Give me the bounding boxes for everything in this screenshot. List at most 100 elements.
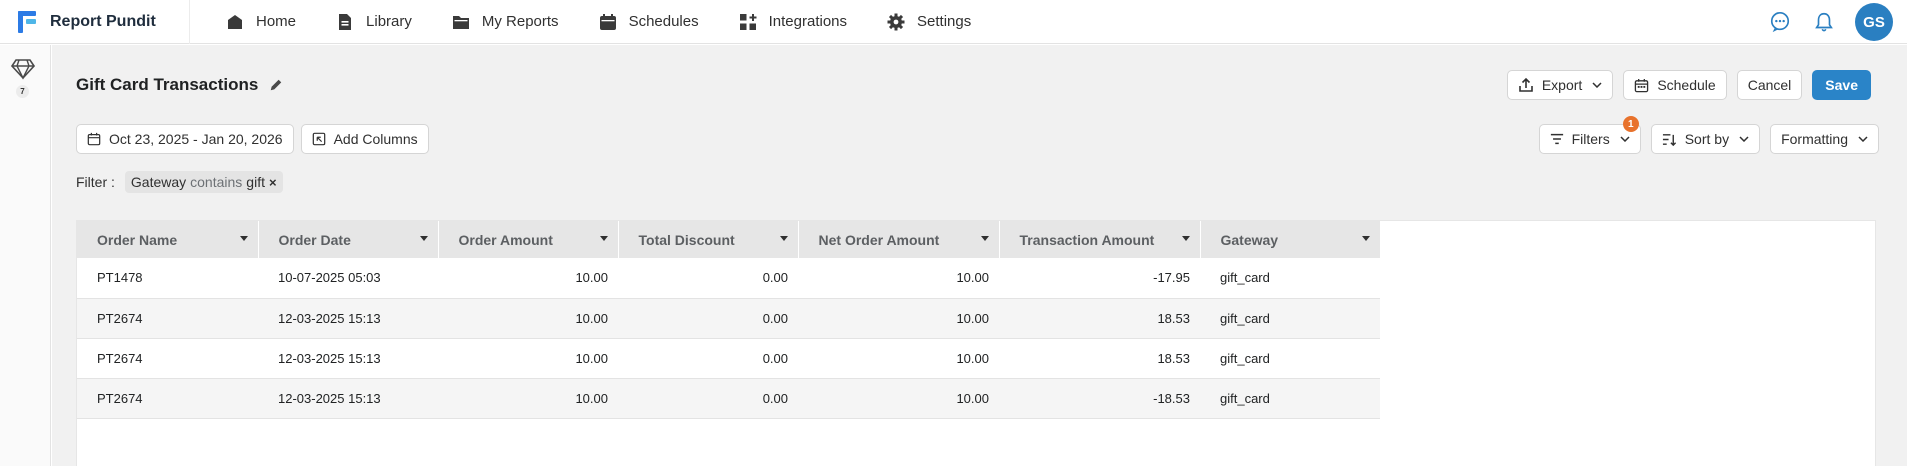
schedule-label: Schedule bbox=[1657, 77, 1716, 93]
report-toolbar: Oct 23, 2025 - Jan 20, 2026 Add Columns bbox=[76, 124, 436, 154]
calendar-icon bbox=[599, 13, 617, 31]
close-icon[interactable]: × bbox=[269, 175, 277, 190]
nav-label: My Reports bbox=[481, 13, 559, 30]
table-row[interactable]: PT2674 12-03-2025 15:13 10.00 0.00 10.00… bbox=[77, 378, 1380, 419]
page-title: Gift Card Transactions bbox=[76, 75, 259, 94]
sort-caret-icon[interactable] bbox=[980, 236, 989, 241]
filter-operator: contains bbox=[190, 174, 243, 190]
cell-total-discount: 0.00 bbox=[618, 298, 798, 339]
filters-label: Filters bbox=[1571, 131, 1610, 147]
active-filters: Filter : Gateway contains gift × bbox=[76, 171, 283, 193]
cell-gateway: gift_card bbox=[1200, 298, 1380, 339]
report-table: Order Name Order Date Order Amount Total… bbox=[77, 221, 1381, 419]
table-row[interactable]: PT1478 10-07-2025 05:03 10.00 0.00 10.00… bbox=[77, 258, 1380, 299]
filter-label: Filter : bbox=[76, 174, 115, 190]
sort-caret-icon[interactable] bbox=[239, 236, 248, 241]
cancel-button[interactable]: Cancel bbox=[1736, 70, 1803, 100]
date-range-button[interactable]: Oct 23, 2025 - Jan 20, 2026 bbox=[76, 124, 294, 154]
folder-icon bbox=[452, 13, 470, 31]
gear-icon bbox=[887, 13, 905, 31]
export-button[interactable]: Export bbox=[1506, 70, 1614, 100]
nav-item-home[interactable]: Home bbox=[206, 0, 316, 44]
main-nav: Home Library My Reports Schedules Integr… bbox=[190, 0, 991, 44]
cell-order-date: 12-03-2025 15:13 bbox=[258, 338, 438, 379]
column-header-gateway[interactable]: Gateway bbox=[1200, 221, 1381, 258]
cell-net-order-amount: 10.00 bbox=[798, 378, 999, 419]
column-header-net-order-amount[interactable]: Net Order Amount bbox=[798, 221, 1000, 258]
formatting-button[interactable]: Formatting bbox=[1770, 124, 1879, 154]
sort-by-button[interactable]: Sort by bbox=[1650, 124, 1761, 154]
filter-chip[interactable]: Gateway contains gift × bbox=[124, 171, 283, 193]
cell-transaction-amount: 18.53 bbox=[999, 338, 1200, 379]
cell-order-name: PT2674 bbox=[77, 298, 258, 339]
chevron-down-icon bbox=[1858, 136, 1868, 142]
cell-gateway: gift_card bbox=[1200, 258, 1380, 299]
save-button[interactable]: Save bbox=[1812, 70, 1871, 100]
column-header-order-name[interactable]: Order Name bbox=[77, 221, 259, 258]
document-icon bbox=[336, 13, 354, 31]
nav-item-my-reports[interactable]: My Reports bbox=[432, 0, 579, 44]
cell-transaction-amount: -18.53 bbox=[999, 378, 1200, 419]
nav-label: Schedules bbox=[628, 13, 699, 30]
cell-gateway: gift_card bbox=[1200, 378, 1380, 419]
bell-icon[interactable] bbox=[1811, 9, 1837, 35]
filter-field: Gateway bbox=[130, 174, 187, 190]
diamond-icon[interactable] bbox=[10, 56, 36, 80]
cell-order-date: 10-07-2025 05:03 bbox=[258, 258, 438, 299]
main-content: Gift Card Transactions Export Schedule C… bbox=[52, 45, 1907, 466]
schedule-button[interactable]: Schedule bbox=[1623, 70, 1727, 100]
add-columns-label: Add Columns bbox=[333, 131, 418, 147]
column-header-total-discount[interactable]: Total Discount bbox=[618, 221, 799, 258]
sort-icon bbox=[1662, 132, 1677, 147]
calendar-icon bbox=[1634, 78, 1649, 93]
cell-total-discount: 0.00 bbox=[618, 378, 798, 419]
sort-by-label: Sort by bbox=[1684, 131, 1730, 147]
app-name: Report Pundit bbox=[50, 12, 156, 30]
chevron-down-icon bbox=[1592, 82, 1602, 88]
column-header-transaction-amount[interactable]: Transaction Amount bbox=[999, 221, 1201, 258]
cell-net-order-amount: 10.00 bbox=[798, 298, 999, 339]
report-table-panel: Order Name Order Date Order Amount Total… bbox=[76, 220, 1876, 466]
chat-icon[interactable] bbox=[1767, 9, 1793, 35]
cell-order-name: PT2674 bbox=[77, 338, 258, 379]
column-header-order-amount[interactable]: Order Amount bbox=[438, 221, 619, 258]
view-tools: Filters 1 Sort by Formatting bbox=[1529, 116, 1879, 154]
sort-caret-icon[interactable] bbox=[1181, 236, 1190, 241]
table-row[interactable]: PT2674 12-03-2025 15:13 10.00 0.00 10.00… bbox=[77, 338, 1380, 379]
filter-value: gift bbox=[246, 174, 265, 190]
avatar[interactable]: GS bbox=[1855, 3, 1893, 41]
cell-transaction-amount: -17.95 bbox=[999, 258, 1200, 299]
nav-label: Library bbox=[366, 13, 412, 30]
cell-order-amount: 10.00 bbox=[438, 378, 618, 419]
cell-order-date: 12-03-2025 15:13 bbox=[258, 378, 438, 419]
top-right-tools: GS bbox=[1767, 0, 1907, 44]
add-columns-button[interactable]: Add Columns bbox=[300, 124, 429, 154]
chevron-down-icon bbox=[1620, 136, 1630, 142]
cell-net-order-amount: 10.00 bbox=[798, 258, 999, 299]
table-row[interactable]: PT2674 12-03-2025 15:13 10.00 0.00 10.00… bbox=[77, 298, 1380, 339]
brand[interactable]: Report Pundit bbox=[0, 0, 190, 44]
top-navigation-bar: Report Pundit Home Library My Reports Sc… bbox=[0, 0, 1907, 44]
title-row: Gift Card Transactions bbox=[76, 75, 284, 95]
filters-count-badge: 1 bbox=[1622, 116, 1639, 132]
integrations-icon bbox=[739, 13, 757, 31]
nav-item-settings[interactable]: Settings bbox=[867, 0, 991, 44]
sort-caret-icon[interactable] bbox=[779, 236, 788, 241]
calendar-icon bbox=[87, 132, 101, 146]
nav-label: Integrations bbox=[768, 13, 848, 30]
cell-total-discount: 0.00 bbox=[618, 338, 798, 379]
sort-caret-icon[interactable] bbox=[419, 236, 428, 241]
pencil-icon[interactable] bbox=[268, 77, 284, 93]
report-pundit-logo bbox=[18, 10, 36, 33]
cell-order-amount: 10.00 bbox=[438, 298, 618, 339]
column-header-order-date[interactable]: Order Date bbox=[258, 221, 439, 258]
cell-gateway: gift_card bbox=[1200, 338, 1380, 379]
cell-net-order-amount: 10.00 bbox=[798, 338, 999, 379]
cell-order-name: PT2674 bbox=[77, 378, 258, 419]
nav-item-schedules[interactable]: Schedules bbox=[579, 0, 719, 44]
sort-caret-icon[interactable] bbox=[599, 236, 608, 241]
nav-item-library[interactable]: Library bbox=[316, 0, 432, 44]
chevron-down-icon bbox=[1739, 136, 1749, 142]
sort-caret-icon[interactable] bbox=[1361, 236, 1370, 241]
nav-item-integrations[interactable]: Integrations bbox=[719, 0, 867, 44]
